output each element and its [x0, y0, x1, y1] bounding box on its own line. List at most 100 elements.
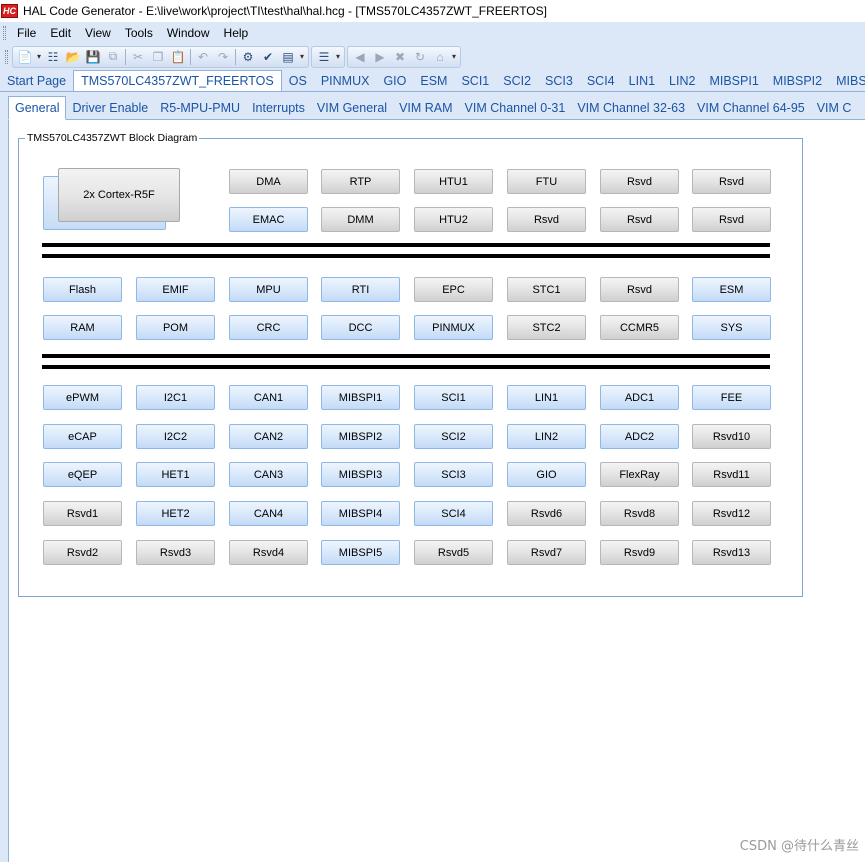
copy-icon[interactable]: ❐ — [148, 48, 168, 66]
module-block-mibspi3[interactable]: MIBSPI3 — [321, 462, 400, 487]
tab-driver-enable[interactable]: Driver Enable — [66, 96, 154, 119]
menu-view[interactable]: View — [78, 26, 118, 40]
tab-vim-c[interactable]: VIM C — [811, 96, 858, 119]
tab-tms570lc4357zwt-freertos[interactable]: TMS570LC4357ZWT_FREERTOS — [73, 70, 282, 91]
tab-mibspi1[interactable]: MIBSPI1 — [702, 70, 765, 91]
layers-dropdown-icon[interactable]: ▾ — [334, 52, 342, 61]
module-block-lin1[interactable]: LIN1 — [507, 385, 586, 410]
paste-icon[interactable]: 📋 — [168, 48, 188, 66]
module-block-htu1[interactable]: HTU1 — [414, 169, 493, 194]
module-block-rsvd[interactable]: Rsvd — [600, 207, 679, 232]
module-block-gio[interactable]: GIO — [507, 462, 586, 487]
module-block-het2[interactable]: HET2 — [136, 501, 215, 526]
tab-os[interactable]: OS — [282, 70, 314, 91]
nav-overflow-icon[interactable]: ▾ — [450, 52, 458, 61]
module-block-mibspi1[interactable]: MIBSPI1 — [321, 385, 400, 410]
tab-interrupts[interactable]: Interrupts — [246, 96, 311, 119]
module-block-flexray[interactable]: FlexRay — [600, 462, 679, 487]
stop-icon[interactable]: ✖ — [390, 48, 410, 66]
module-block-lin2[interactable]: LIN2 — [507, 424, 586, 449]
tab-general[interactable]: General — [8, 96, 67, 120]
module-block-rti[interactable]: RTI — [321, 277, 400, 302]
tab-lin2[interactable]: LIN2 — [662, 70, 702, 91]
module-block-stc1[interactable]: STC1 — [507, 277, 586, 302]
module-block-rsvd12[interactable]: Rsvd12 — [692, 501, 771, 526]
module-block-sci2[interactable]: SCI2 — [414, 424, 493, 449]
module-block-mibspi2[interactable]: MIBSPI2 — [321, 424, 400, 449]
module-block-dma[interactable]: DMA — [229, 169, 308, 194]
module-block-rsvd[interactable]: Rsvd — [600, 169, 679, 194]
tab-mibspi2[interactable]: MIBSPI2 — [766, 70, 829, 91]
layers-icon[interactable]: ☰ — [314, 48, 334, 66]
tab-pinmux[interactable]: PINMUX — [314, 70, 377, 91]
module-block-rsvd10[interactable]: Rsvd10 — [692, 424, 771, 449]
module-block-rsvd[interactable]: Rsvd — [692, 169, 771, 194]
module-block-htu2[interactable]: HTU2 — [414, 207, 493, 232]
module-block-rsvd1[interactable]: Rsvd1 — [43, 501, 122, 526]
tab-vim-channel-32-63[interactable]: VIM Channel 32-63 — [571, 96, 691, 119]
open-folder-icon[interactable]: 📂 — [63, 48, 83, 66]
module-block-can3[interactable]: CAN3 — [229, 462, 308, 487]
menu-help[interactable]: Help — [217, 26, 256, 40]
tab-vim-channel-0-31[interactable]: VIM Channel 0-31 — [459, 96, 572, 119]
module-block-emif[interactable]: EMIF — [136, 277, 215, 302]
module-block-rtp[interactable]: RTP — [321, 169, 400, 194]
home-icon[interactable]: ⌂ — [430, 48, 450, 66]
forward-icon[interactable]: ▶ — [370, 48, 390, 66]
module-block-adc2[interactable]: ADC2 — [600, 424, 679, 449]
redo-icon[interactable]: ↷ — [213, 48, 233, 66]
generate-code-icon[interactable]: ⚙ — [238, 48, 258, 66]
module-block-can4[interactable]: CAN4 — [229, 501, 308, 526]
check-icon[interactable]: ✔ — [258, 48, 278, 66]
tab-sci2[interactable]: SCI2 — [496, 70, 538, 91]
module-block-rsvd9[interactable]: Rsvd9 — [600, 540, 679, 565]
tab-esm[interactable]: ESM — [413, 70, 454, 91]
back-icon[interactable]: ◀ — [350, 48, 370, 66]
module-block-pom[interactable]: POM — [136, 315, 215, 340]
module-block-epwm[interactable]: ePWM — [43, 385, 122, 410]
save-icon[interactable]: 💾 — [83, 48, 103, 66]
module-block-esm[interactable]: ESM — [692, 277, 771, 302]
module-block-pinmux[interactable]: PINMUX — [414, 315, 493, 340]
new-file-icon[interactable]: 📄 — [15, 48, 35, 66]
undo-icon[interactable]: ↶ — [193, 48, 213, 66]
module-block-rsvd4[interactable]: Rsvd4 — [229, 540, 308, 565]
module-block-dcc[interactable]: DCC — [321, 315, 400, 340]
module-block-sci1[interactable]: SCI1 — [414, 385, 493, 410]
module-block-i2c1[interactable]: I2C1 — [136, 385, 215, 410]
save-all-icon[interactable]: ⧉ — [103, 48, 123, 66]
menu-edit[interactable]: Edit — [43, 26, 78, 40]
module-block-dmm[interactable]: DMM — [321, 207, 400, 232]
properties-icon[interactable]: ▤ — [278, 48, 298, 66]
module-block-sci4[interactable]: SCI4 — [414, 501, 493, 526]
module-block-epc[interactable]: EPC — [414, 277, 493, 302]
module-block-sys[interactable]: SYS — [692, 315, 771, 340]
module-block-can1[interactable]: CAN1 — [229, 385, 308, 410]
module-block-stc2[interactable]: STC2 — [507, 315, 586, 340]
cut-icon[interactable]: ✂ — [128, 48, 148, 66]
module-block-ecap[interactable]: eCAP — [43, 424, 122, 449]
module-block-fee[interactable]: FEE — [692, 385, 771, 410]
module-block-rsvd[interactable]: Rsvd — [600, 277, 679, 302]
module-block-mibspi4[interactable]: MIBSPI4 — [321, 501, 400, 526]
module-block-rsvd2[interactable]: Rsvd2 — [43, 540, 122, 565]
module-block-rsvd11[interactable]: Rsvd11 — [692, 462, 771, 487]
toolbar-overflow-icon[interactable]: ▾ — [298, 52, 306, 61]
module-block-rsvd[interactable]: Rsvd — [507, 207, 586, 232]
module-block-rsvd5[interactable]: Rsvd5 — [414, 540, 493, 565]
module-block-het1[interactable]: HET1 — [136, 462, 215, 487]
module-block-ftu[interactable]: FTU — [507, 169, 586, 194]
tab-sci3[interactable]: SCI3 — [538, 70, 580, 91]
module-block-can2[interactable]: CAN2 — [229, 424, 308, 449]
tab-mibspi3[interactable]: MIBSPI3 — [829, 70, 865, 91]
tab-sci4[interactable]: SCI4 — [580, 70, 622, 91]
menu-window[interactable]: Window — [160, 26, 217, 40]
new-file-dropdown-icon[interactable]: ▾ — [35, 52, 43, 61]
module-block-emac[interactable]: EMAC — [229, 207, 308, 232]
module-block-rsvd13[interactable]: Rsvd13 — [692, 540, 771, 565]
menu-file[interactable]: File — [10, 26, 43, 40]
tab-lin1[interactable]: LIN1 — [622, 70, 662, 91]
module-block-i2c2[interactable]: I2C2 — [136, 424, 215, 449]
tab-r5-mpu-pmu[interactable]: R5-MPU-PMU — [154, 96, 246, 119]
tab-start-page[interactable]: Start Page — [0, 70, 73, 91]
